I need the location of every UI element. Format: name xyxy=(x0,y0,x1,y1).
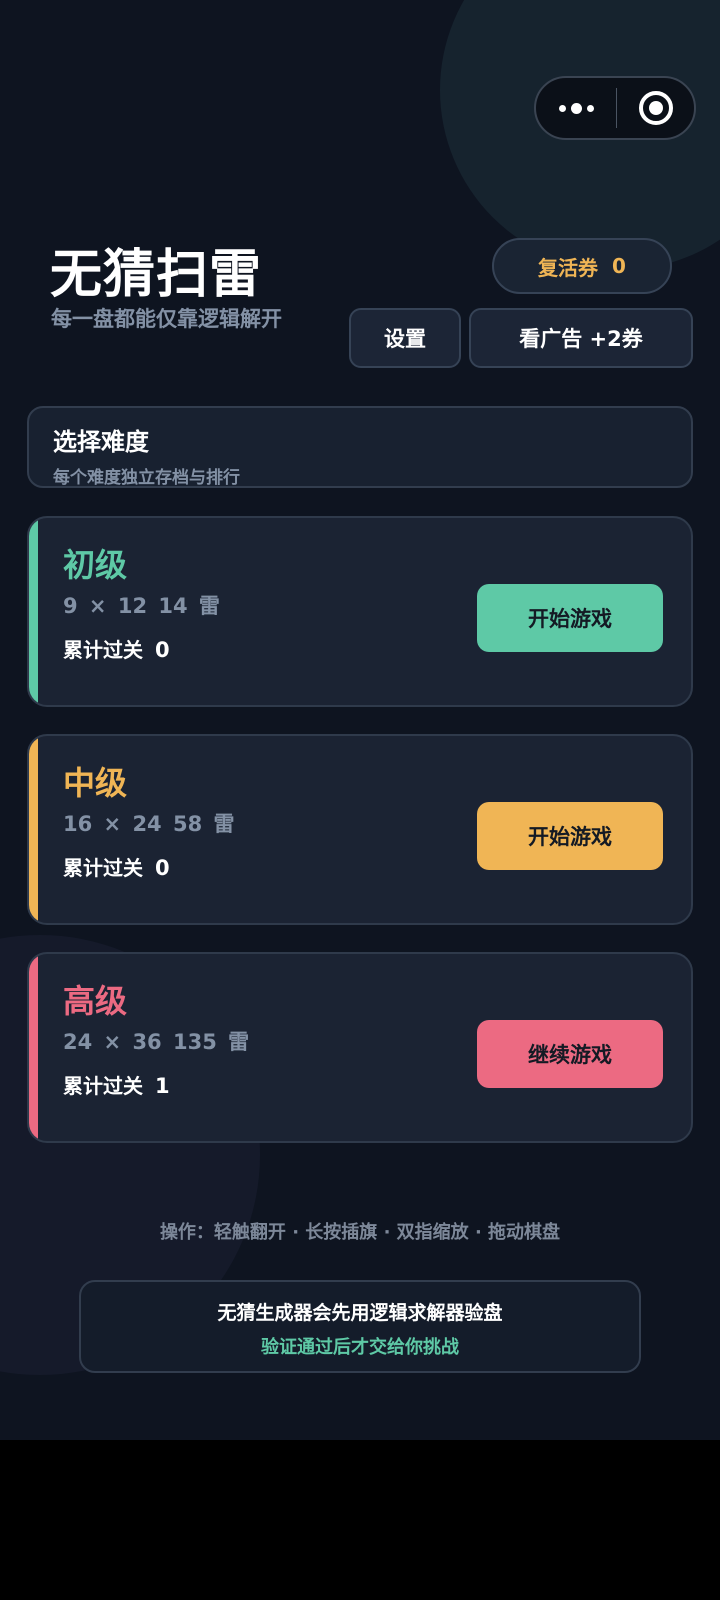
miniprogram-capsule xyxy=(534,76,696,140)
ticket-count: 0 xyxy=(612,254,626,278)
controls-hint: 操作：轻触翻开 · 长按插旗 · 双指缩放 · 拖动棋盘 xyxy=(159,1222,561,1243)
note-line-1: 无猜生成器会先用逻辑求解器验盘 xyxy=(217,1302,503,1324)
level-stat-value: 0 xyxy=(155,638,170,662)
difficulty-subtitle: 每个难度独立存档与排行 xyxy=(53,468,240,488)
revive-ticket-badge: 复活券 0 xyxy=(492,238,672,294)
level-card-intermediate: 中级 16 × 24 58 雷 累计过关 0 开始游戏 xyxy=(27,734,693,925)
level-spec: 24 × 36 135 雷 xyxy=(63,1030,250,1054)
level-stat: 累计过关 1 xyxy=(63,1070,170,1099)
generator-note: 无猜生成器会先用逻辑求解器验盘 验证通过后才交给你挑战 xyxy=(79,1280,641,1373)
level-stat: 累计过关 0 xyxy=(63,634,170,663)
level-stat: 累计过关 0 xyxy=(63,852,170,881)
level-name: 中级 xyxy=(63,764,128,802)
level-stat-label: 累计过关 xyxy=(63,638,143,662)
level-card-beginner: 初级 9 × 12 14 雷 累计过关 0 开始游戏 xyxy=(27,516,693,707)
level-name: 初级 xyxy=(63,546,128,584)
level-stat-value: 0 xyxy=(155,856,170,880)
difficulty-header: 选择难度 每个难度独立存档与排行 xyxy=(27,406,693,488)
level-accent-bar xyxy=(29,954,38,1141)
note-line-2: 验证通过后才交给你挑战 xyxy=(261,1337,459,1358)
start-game-button[interactable]: 开始游戏 xyxy=(477,584,663,652)
watch-ad-button[interactable]: 看广告 +2券 xyxy=(469,308,693,368)
level-accent-bar xyxy=(29,736,38,923)
page-subtitle: 每一盘都能仅靠逻辑解开 xyxy=(51,307,282,331)
level-stat-value: 1 xyxy=(155,1074,170,1098)
continue-game-button[interactable]: 继续游戏 xyxy=(477,1020,663,1088)
level-name: 高级 xyxy=(63,982,128,1020)
level-accent-bar xyxy=(29,518,38,705)
ticket-label: 复活券 xyxy=(538,255,599,280)
app-screen: 无猜扫雷 每一盘都能仅靠逻辑解开 复活券 0 设置 看广告 +2券 选择难度 每… xyxy=(0,0,720,1440)
level-spec: 16 × 24 58 雷 xyxy=(63,812,235,836)
level-card-advanced: 高级 24 × 36 135 雷 累计过关 1 继续游戏 xyxy=(27,952,693,1143)
target-close-icon[interactable] xyxy=(617,78,694,138)
start-game-button[interactable]: 开始游戏 xyxy=(477,802,663,870)
settings-button[interactable]: 设置 xyxy=(349,308,461,368)
difficulty-title: 选择难度 xyxy=(53,428,149,456)
level-stat-label: 累计过关 xyxy=(63,856,143,880)
level-stat-label: 累计过关 xyxy=(63,1074,143,1098)
level-spec: 9 × 12 14 雷 xyxy=(63,594,220,618)
more-dots-icon[interactable] xyxy=(536,78,616,138)
page-title: 无猜扫雷 xyxy=(50,245,263,305)
